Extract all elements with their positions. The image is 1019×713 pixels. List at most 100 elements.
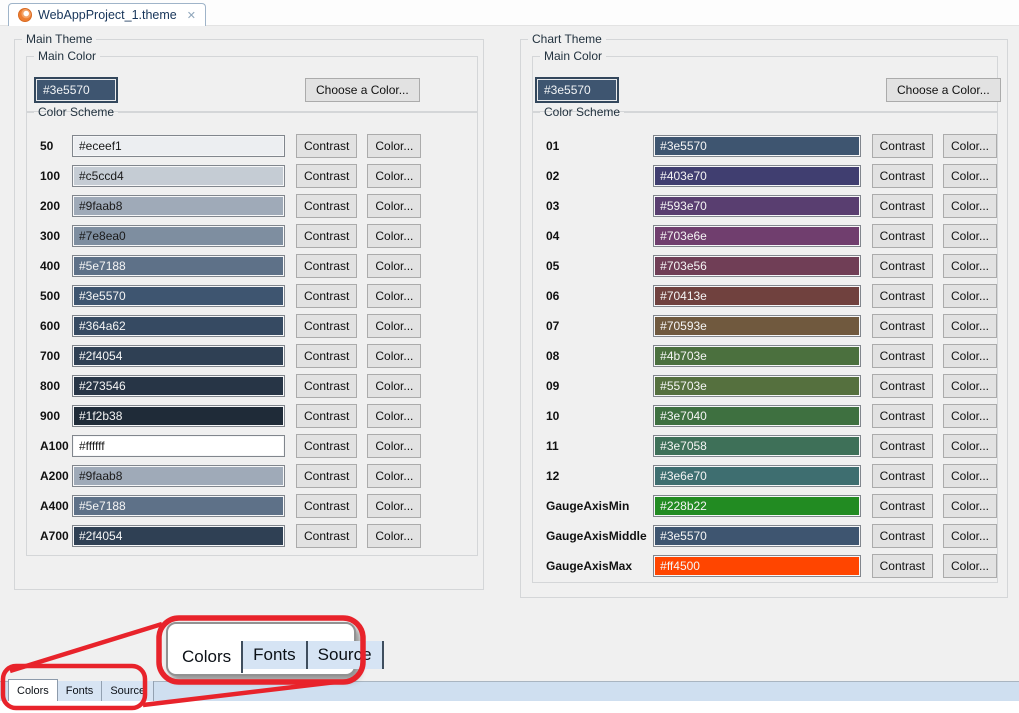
main-color-value[interactable]: #3e5570	[538, 80, 616, 100]
color-swatch-field[interactable]: #3e5570	[653, 525, 860, 547]
contrast-button[interactable]: Contrast	[296, 314, 357, 338]
color-button[interactable]: Color...	[943, 554, 997, 578]
color-hex-value[interactable]: #3e5570	[655, 137, 858, 155]
color-hex-value[interactable]: #1f2b38	[74, 407, 283, 425]
color-swatch-field[interactable]: #703e6e	[653, 225, 860, 247]
color-button[interactable]: Color...	[367, 404, 421, 428]
contrast-button[interactable]: Contrast	[296, 524, 357, 548]
color-hex-value[interactable]: #593e70	[655, 197, 858, 215]
color-swatch-field[interactable]: #703e56	[653, 255, 860, 277]
contrast-button[interactable]: Contrast	[296, 284, 357, 308]
color-swatch-field[interactable]: #364a62	[72, 315, 285, 337]
main-color-swatch[interactable]: #3e5570	[34, 77, 118, 103]
contrast-button[interactable]: Contrast	[872, 434, 933, 458]
color-swatch-field[interactable]: #3e7040	[653, 405, 860, 427]
color-hex-value[interactable]: #55703e	[655, 377, 858, 395]
main-color-value[interactable]: #3e5570	[37, 80, 115, 100]
color-hex-value[interactable]: #703e6e	[655, 227, 858, 245]
color-button[interactable]: Color...	[367, 374, 421, 398]
color-button[interactable]: Color...	[943, 434, 997, 458]
color-hex-value[interactable]: #5e7188	[74, 257, 283, 275]
color-hex-value[interactable]: #c5ccd4	[74, 167, 283, 185]
contrast-button[interactable]: Contrast	[872, 494, 933, 518]
contrast-button[interactable]: Contrast	[296, 464, 357, 488]
color-swatch-field[interactable]: #ff4500	[653, 555, 860, 577]
color-hex-value[interactable]: #273546	[74, 377, 283, 395]
contrast-button[interactable]: Contrast	[872, 254, 933, 278]
color-swatch-field[interactable]: #2f4054	[72, 525, 285, 547]
color-swatch-field[interactable]: #3e5570	[72, 285, 285, 307]
color-hex-value[interactable]: #403e70	[655, 167, 858, 185]
color-swatch-field[interactable]: #9faab8	[72, 465, 285, 487]
color-button[interactable]: Color...	[367, 254, 421, 278]
color-swatch-field[interactable]: #403e70	[653, 165, 860, 187]
color-button[interactable]: Color...	[943, 224, 997, 248]
color-hex-value[interactable]: #7e8ea0	[74, 227, 283, 245]
color-swatch-field[interactable]: #3e5570	[653, 135, 860, 157]
color-hex-value[interactable]: #228b22	[655, 497, 858, 515]
color-button[interactable]: Color...	[367, 194, 421, 218]
editor-tab-webappproject[interactable]: WebAppProject_1.theme ✕	[8, 3, 206, 26]
contrast-button[interactable]: Contrast	[872, 314, 933, 338]
color-button[interactable]: Color...	[943, 374, 997, 398]
color-button[interactable]: Color...	[367, 524, 421, 548]
contrast-button[interactable]: Contrast	[296, 224, 357, 248]
contrast-button[interactable]: Contrast	[872, 554, 933, 578]
contrast-button[interactable]: Contrast	[296, 494, 357, 518]
color-swatch-field[interactable]: #70593e	[653, 315, 860, 337]
color-swatch-field[interactable]: #70413e	[653, 285, 860, 307]
contrast-button[interactable]: Contrast	[296, 344, 357, 368]
contrast-button[interactable]: Contrast	[872, 464, 933, 488]
bottom-tab-colors[interactable]: Colors	[8, 679, 58, 701]
color-hex-value[interactable]: #70593e	[655, 317, 858, 335]
color-swatch-field[interactable]: #3e7058	[653, 435, 860, 457]
contrast-button[interactable]: Contrast	[872, 374, 933, 398]
bottom-tab-fonts[interactable]: Fonts	[58, 681, 103, 701]
color-button[interactable]: Color...	[367, 224, 421, 248]
contrast-button[interactable]: Contrast	[872, 524, 933, 548]
color-button[interactable]: Color...	[943, 464, 997, 488]
color-button[interactable]: Color...	[943, 404, 997, 428]
color-hex-value[interactable]: #2f4054	[74, 347, 283, 365]
contrast-button[interactable]: Contrast	[296, 164, 357, 188]
color-swatch-field[interactable]: #c5ccd4	[72, 165, 285, 187]
color-swatch-field[interactable]: #55703e	[653, 375, 860, 397]
main-color-swatch[interactable]: #3e5570	[535, 77, 619, 103]
color-swatch-field[interactable]: #273546	[72, 375, 285, 397]
color-swatch-field[interactable]: #1f2b38	[72, 405, 285, 427]
color-hex-value[interactable]: #eceef1	[74, 137, 283, 155]
color-hex-value[interactable]: #4b703e	[655, 347, 858, 365]
contrast-button[interactable]: Contrast	[872, 134, 933, 158]
choose-a-color-button[interactable]: Choose a Color...	[305, 78, 420, 102]
color-button[interactable]: Color...	[367, 314, 421, 338]
color-button[interactable]: Color...	[367, 464, 421, 488]
color-button[interactable]: Color...	[943, 194, 997, 218]
color-hex-value[interactable]: #703e56	[655, 257, 858, 275]
contrast-button[interactable]: Contrast	[296, 254, 357, 278]
contrast-button[interactable]: Contrast	[872, 164, 933, 188]
color-swatch-field[interactable]: #7e8ea0	[72, 225, 285, 247]
contrast-button[interactable]: Contrast	[296, 434, 357, 458]
color-button[interactable]: Color...	[943, 254, 997, 278]
color-button[interactable]: Color...	[943, 164, 997, 188]
color-button[interactable]: Color...	[943, 524, 997, 548]
color-hex-value[interactable]: #ffffff	[74, 437, 283, 455]
color-hex-value[interactable]: #5e7188	[74, 497, 283, 515]
color-swatch-field[interactable]: #4b703e	[653, 345, 860, 367]
color-button[interactable]: Color...	[367, 434, 421, 458]
color-swatch-field[interactable]: #eceef1	[72, 135, 285, 157]
color-hex-value[interactable]: #ff4500	[655, 557, 858, 575]
color-button[interactable]: Color...	[943, 134, 997, 158]
close-icon[interactable]: ✕	[187, 9, 196, 22]
color-hex-value[interactable]: #9faab8	[74, 197, 283, 215]
color-button[interactable]: Color...	[943, 344, 997, 368]
color-button[interactable]: Color...	[367, 494, 421, 518]
contrast-button[interactable]: Contrast	[872, 194, 933, 218]
color-button[interactable]: Color...	[367, 164, 421, 188]
contrast-button[interactable]: Contrast	[296, 404, 357, 428]
color-button[interactable]: Color...	[367, 284, 421, 308]
color-hex-value[interactable]: #364a62	[74, 317, 283, 335]
color-swatch-field[interactable]: #593e70	[653, 195, 860, 217]
contrast-button[interactable]: Contrast	[872, 404, 933, 428]
color-hex-value[interactable]: #70413e	[655, 287, 858, 305]
